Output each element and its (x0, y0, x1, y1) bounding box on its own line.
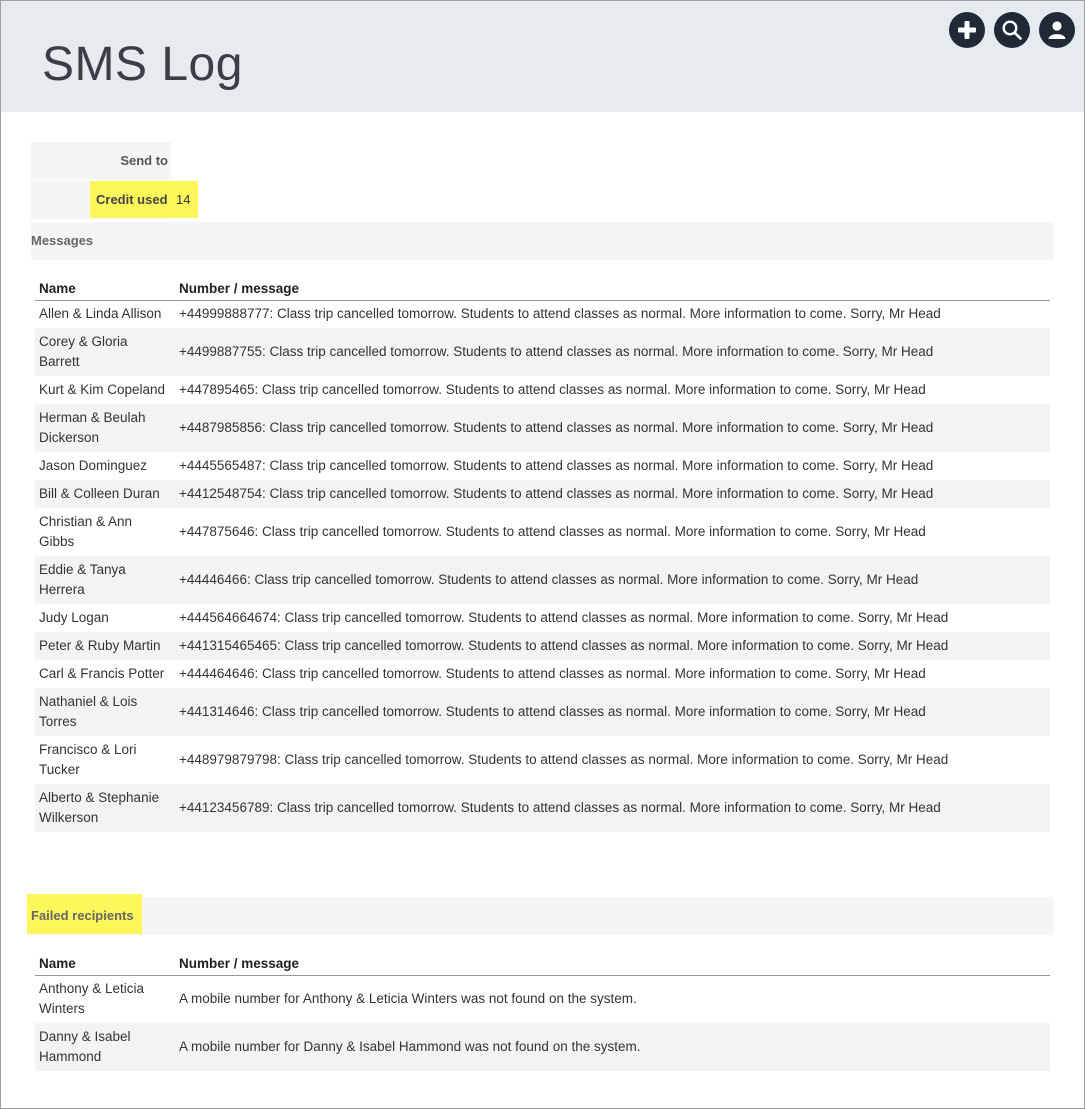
number-message: +444564664674: Class trip cancelled tomo… (175, 604, 1050, 632)
messages-table: Name Number / message Allen & Linda Alli… (35, 274, 1050, 832)
table-row: Christian & Ann Gibbs +447875646: Class t… (35, 508, 1050, 556)
number-message: +441315465465: Class trip cancelled tomo… (175, 632, 1050, 660)
messages-section-title: Messages (31, 233, 94, 248)
recipient-name: Allen & Linda Allison (35, 300, 175, 328)
page-title: SMS Log (42, 38, 243, 91)
number-message: +44999888777: Class trip cancelled tomor… (175, 300, 1050, 328)
table-row: Allen & Linda Allison +44999888777: Class… (35, 300, 1050, 328)
recipient-name: Kurt & Kim Copeland (35, 376, 175, 404)
recipient-name: Francisco & Lori Tucker (35, 736, 175, 784)
recipient-name: Bill & Colleen Duran (35, 480, 175, 508)
column-header-message: Number / message (175, 274, 1050, 301)
recipient-name: Alberto & Stephanie Wilkerson (35, 784, 175, 832)
recipient-name: Jason Dominguez (35, 452, 175, 480)
failed-section-title: Failed recipients (31, 908, 134, 923)
number-message: +4445565487: Class trip cancelled tomorr… (175, 452, 1050, 480)
table-row: Anthony & Leticia Winters A mobile number… (35, 975, 1050, 1023)
recipient-name: Anthony & Leticia Winters (35, 975, 175, 1023)
number-message: +447875646: Class trip cancelled tomorro… (175, 508, 1050, 556)
table-row: Judy Logan +444564664674: Class trip canc… (35, 604, 1050, 632)
send-to-label: Send to (31, 142, 171, 180)
add-button[interactable] (949, 12, 985, 48)
recipient-name: Christian & Ann Gibbs (35, 508, 175, 556)
table-row: Alberto & Stephanie Wilkerson +4412345678… (35, 784, 1050, 832)
user-icon (1048, 21, 1066, 39)
credit-used-label: Credit used (96, 192, 168, 207)
recipient-name: Nathaniel & Lois Torres (35, 688, 175, 736)
number-message: +44446466: Class trip cancelled tomorrow… (175, 556, 1050, 604)
table-row: Francisco & Lori Tucker +448979879798: Cl… (35, 736, 1050, 784)
number-message: +4412548754: Class trip cancelled tomorr… (175, 480, 1050, 508)
table-row: Jason Dominguez +4445565487: Class trip c… (35, 452, 1050, 480)
plus-icon (958, 21, 976, 39)
number-message: +4499887755: Class trip cancelled tomorr… (175, 328, 1050, 376)
number-message: +444464646: Class trip cancelled tomorro… (175, 660, 1050, 688)
recipient-name: Herman & Beulah Dickerson (35, 404, 175, 452)
table-row: Peter & Ruby Martin +441315465465: Class … (35, 632, 1050, 660)
number-message: +4487985856: Class trip cancelled tomorr… (175, 404, 1050, 452)
number-message: +448979879798: Class trip cancelled tomo… (175, 736, 1050, 784)
table-row: Herman & Beulah Dickerson +4487985856: Cl… (35, 404, 1050, 452)
page-header: SMS Log (1, 1, 1084, 112)
number-message: +447895465: Class trip cancelled tomorro… (175, 376, 1050, 404)
table-row: Carl & Francis Potter +444464646: Class t… (35, 660, 1050, 688)
table-row: Corey & Gloria Barrett +4499887755: Class… (35, 328, 1050, 376)
number-message: +441314646: Class trip cancelled tomorro… (175, 688, 1050, 736)
table-row: Danny & Isabel Hammond A mobile number fo… (35, 1023, 1050, 1071)
recipient-name: Carl & Francis Potter (35, 660, 175, 688)
table-row: Nathaniel & Lois Torres +441314646: Class… (35, 688, 1050, 736)
recipient-name: Corey & Gloria Barrett (35, 328, 175, 376)
messages-section-bar (31, 222, 1054, 260)
table-row: Eddie & Tanya Herrera +44446466: Class tr… (35, 556, 1050, 604)
table-row: Bill & Colleen Duran +4412548754: Class t… (35, 480, 1050, 508)
recipient-name: Peter & Ruby Martin (35, 632, 175, 660)
column-header-message: Number / message (175, 949, 1050, 976)
table-row: Kurt & Kim Copeland +447895465: Class tri… (35, 376, 1050, 404)
user-button[interactable] (1039, 12, 1075, 48)
recipient-name: Judy Logan (35, 604, 175, 632)
recipient-name: Danny & Isabel Hammond (35, 1023, 175, 1071)
failed-section-bar (31, 897, 1054, 935)
credit-used-value: 14 (176, 192, 191, 207)
search-icon (1002, 20, 1022, 40)
number-message: A mobile number for Danny & Isabel Hammo… (175, 1023, 1050, 1071)
number-message: A mobile number for Anthony & Leticia Wi… (175, 975, 1050, 1023)
column-header-name: Name (35, 949, 175, 976)
search-button[interactable] (994, 12, 1030, 48)
column-header-name: Name (35, 274, 175, 301)
recipient-name: Eddie & Tanya Herrera (35, 556, 175, 604)
failed-table: Name Number / message Anthony & Leticia … (35, 949, 1050, 1071)
number-message: +44123456789: Class trip cancelled tomor… (175, 784, 1050, 832)
